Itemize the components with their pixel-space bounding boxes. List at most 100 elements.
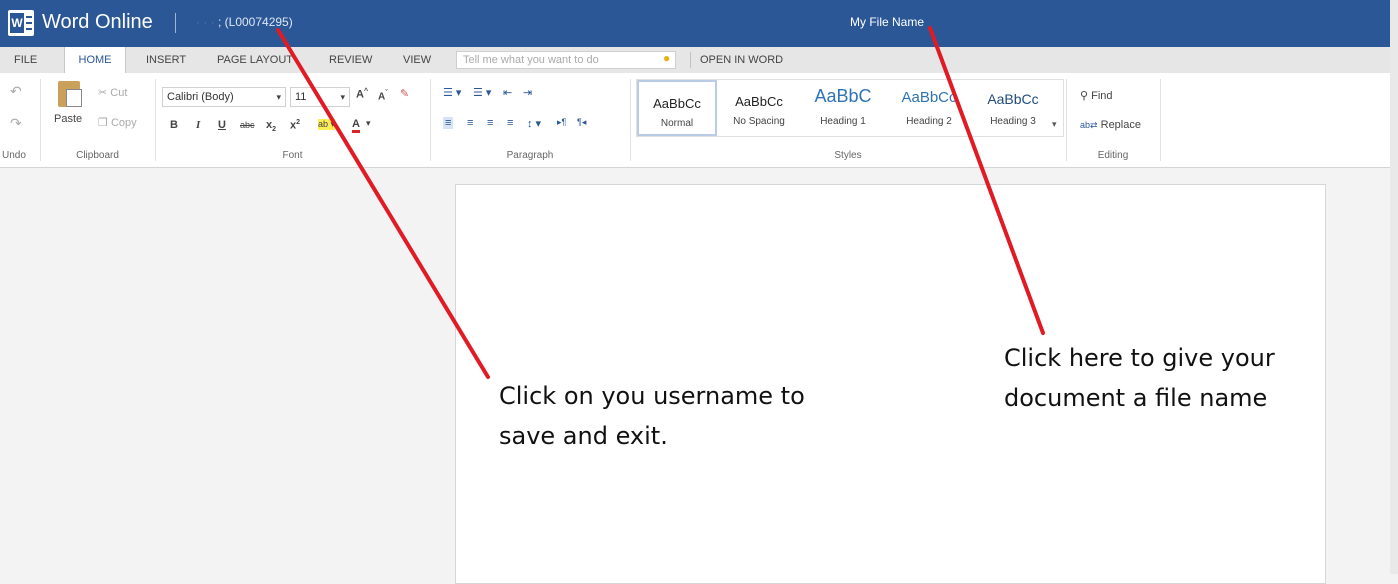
- strikethrough-icon[interactable]: abc: [240, 120, 255, 130]
- group-separator: [1066, 79, 1067, 161]
- style-name: No Spacing: [733, 116, 785, 127]
- style-name: Heading 1: [820, 116, 866, 127]
- align-left-icon[interactable]: ≡: [443, 117, 454, 129]
- superscript-icon[interactable]: x2: [290, 119, 300, 132]
- replace-icon: ab⇄: [1080, 120, 1098, 130]
- title-separator: [175, 13, 176, 33]
- group-separator: [430, 79, 431, 161]
- undo-group-label: Undo: [2, 150, 26, 161]
- tab-file[interactable]: FILE: [14, 47, 37, 73]
- copy-button[interactable]: ❐ Copy: [98, 116, 137, 129]
- align-right-icon[interactable]: ≡: [487, 117, 493, 129]
- tab-home[interactable]: HOME: [64, 47, 126, 74]
- filename-callout: Click here to give your document a file …: [1004, 338, 1275, 418]
- font-size-dropdown[interactable]: 11 ▾: [290, 87, 350, 107]
- font-group-label: Font: [282, 150, 303, 161]
- decrease-indent-icon[interactable]: ⇤: [503, 86, 512, 99]
- username-callout-line1: Click on you username to: [499, 382, 805, 410]
- tell-me-input[interactable]: Tell me what you want to do: [456, 51, 676, 69]
- replace-label: Replace: [1100, 119, 1141, 131]
- style-sample: AaBbC: [814, 86, 872, 106]
- paste-icon[interactable]: [56, 79, 84, 107]
- line-spacing-icon[interactable]: ↕ ▾: [527, 117, 541, 130]
- font-color-icon[interactable]: A: [352, 118, 360, 133]
- ribbon-tabs: FILE HOME INSERT PAGE LAYOUT REVIEW VIEW…: [0, 47, 1398, 74]
- undo-icon[interactable]: ↶: [10, 83, 22, 100]
- paste-button[interactable]: Paste: [54, 113, 82, 125]
- font-size-value: 11: [295, 91, 307, 103]
- align-center-icon[interactable]: ≡: [467, 117, 473, 129]
- copy-icon: ❐: [98, 117, 108, 129]
- replace-button[interactable]: ab⇄ Replace: [1080, 119, 1141, 131]
- word-logo-icon: W: [8, 10, 34, 36]
- tab-separator: [690, 52, 691, 68]
- font-name-dropdown[interactable]: Calibri (Body) ▾: [162, 87, 286, 107]
- cut-button[interactable]: ✂ Cut: [98, 86, 127, 99]
- username-callout-line2: save and exit.: [499, 422, 668, 450]
- scissors-icon: ✂: [98, 87, 108, 99]
- subscript-icon[interactable]: x2: [266, 119, 276, 133]
- binoculars-icon: ⚲: [1080, 90, 1089, 102]
- italic-icon[interactable]: I: [196, 119, 200, 131]
- group-separator: [630, 79, 631, 161]
- highlight-icon[interactable]: ab ▾: [318, 119, 336, 130]
- ltr-icon[interactable]: ▸¶: [557, 117, 566, 128]
- justify-icon[interactable]: ≡: [507, 117, 513, 129]
- tab-page-layout[interactable]: PAGE LAYOUT: [217, 47, 293, 73]
- style-name: Normal: [660, 118, 694, 129]
- copy-label: Copy: [110, 117, 137, 129]
- styles-group-label: Styles: [834, 150, 862, 161]
- grow-font-icon[interactable]: A^: [356, 88, 368, 101]
- style-sample: AaBbCc: [901, 89, 957, 106]
- editing-group-label: Editing: [1097, 150, 1129, 161]
- numbering-icon[interactable]: ☰ ▾: [473, 86, 491, 99]
- style-normal[interactable]: AaBbCc Normal: [637, 80, 717, 136]
- group-separator: [155, 79, 156, 161]
- chevron-down-icon[interactable]: ▾: [366, 118, 371, 129]
- group-separator: [40, 79, 41, 161]
- clipboard-group-label: Clipboard: [76, 150, 119, 161]
- clear-formatting-icon[interactable]: ✎: [400, 87, 409, 100]
- title-bar: W Word Online · · · ; (L00074295) My Fil…: [0, 0, 1398, 47]
- username-blurred: · · ·: [196, 15, 215, 29]
- app-name: Word Online: [42, 11, 153, 33]
- cut-label: Cut: [110, 87, 128, 99]
- open-in-word-button[interactable]: OPEN IN WORD: [700, 47, 783, 73]
- file-name-button[interactable]: My File Name: [850, 15, 924, 29]
- find-button[interactable]: ⚲ Find: [1080, 89, 1113, 102]
- tab-review[interactable]: REVIEW: [329, 47, 372, 73]
- tab-insert[interactable]: INSERT: [146, 47, 186, 73]
- bold-icon[interactable]: B: [170, 119, 178, 131]
- style-name: Heading 3: [990, 116, 1036, 127]
- styles-gallery: AaBbCc Normal AaBbCc No Spacing AaBbC He…: [636, 79, 1064, 137]
- chevron-down-icon: ▾: [340, 92, 345, 102]
- styles-more-icon[interactable]: ▾: [1052, 119, 1057, 130]
- style-heading-1[interactable]: AaBbC Heading 1: [801, 80, 885, 136]
- lightbulb-icon: ●: [663, 51, 671, 65]
- style-sample: AaBbCc: [987, 91, 1039, 107]
- username-id: ; (L00074295): [218, 15, 293, 29]
- tab-view[interactable]: VIEW: [403, 47, 431, 73]
- increase-indent-icon[interactable]: ⇥: [523, 86, 532, 99]
- group-separator: [1160, 79, 1161, 161]
- rtl-icon[interactable]: ¶◂: [577, 117, 586, 128]
- filename-callout-line2: document a file name: [1004, 384, 1268, 412]
- redo-icon[interactable]: ↷: [10, 115, 22, 132]
- bullets-icon[interactable]: ☰ ▾: [443, 86, 461, 99]
- username-callout: Click on you username to save and exit.: [499, 376, 805, 456]
- find-label: Find: [1091, 90, 1113, 102]
- font-name-value: Calibri (Body): [167, 91, 234, 103]
- style-sample: AaBbCc: [735, 94, 783, 109]
- style-name: Heading 2: [906, 116, 952, 127]
- style-heading-2[interactable]: AaBbCc Heading 2: [887, 80, 971, 136]
- username-button[interactable]: · · · ; (L00074295): [196, 15, 293, 29]
- vertical-scrollbar[interactable]: [1390, 0, 1398, 574]
- paragraph-group-label: Paragraph: [506, 150, 554, 161]
- style-no-spacing[interactable]: AaBbCc No Spacing: [719, 80, 799, 136]
- style-sample: AaBbCc: [653, 96, 701, 111]
- underline-icon[interactable]: U: [218, 119, 226, 131]
- style-heading-3[interactable]: AaBbCc Heading 3: [973, 80, 1053, 136]
- shrink-font-icon[interactable]: Aˇ: [378, 90, 388, 102]
- ribbon-home: ↶ ↷ Undo Paste ✂ Cut ❐ Copy Clipboard Ca…: [0, 73, 1398, 168]
- chevron-down-icon: ▾: [276, 92, 281, 102]
